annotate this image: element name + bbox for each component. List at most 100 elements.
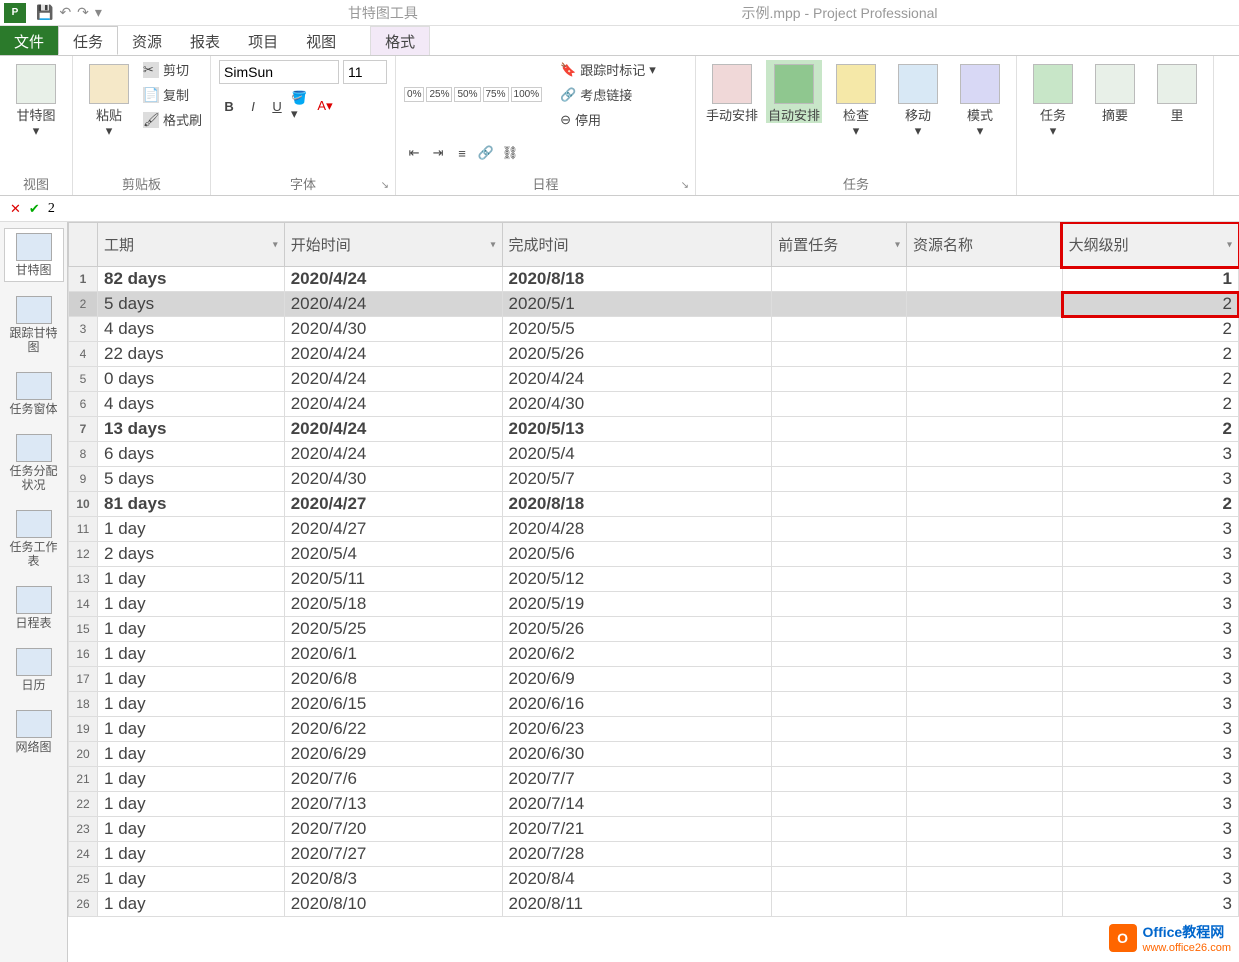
task-grid[interactable]: 工期▾ 开始时间▾ 完成时间 前置任务▾ 资源名称 大纲级别▾ 182 days… xyxy=(68,222,1239,962)
cell-resources[interactable] xyxy=(907,792,1063,817)
move-button[interactable]: 移动▾ xyxy=(890,60,946,138)
cell-finish[interactable]: 2020/5/26 xyxy=(502,617,772,642)
mode-button[interactable]: 模式▾ xyxy=(952,60,1008,138)
cell-duration[interactable]: 1 day xyxy=(98,592,285,617)
row-number[interactable]: 20 xyxy=(69,742,98,767)
table-row[interactable]: 86 days2020/4/242020/5/43 xyxy=(69,442,1239,467)
cell-start[interactable]: 2020/6/8 xyxy=(284,667,502,692)
view-timeline[interactable]: 日程表 xyxy=(4,582,64,634)
cell-finish[interactable]: 2020/5/5 xyxy=(502,317,772,342)
cell-resources[interactable] xyxy=(907,592,1063,617)
view-task-sheet[interactable]: 任务工作表 xyxy=(4,506,64,572)
table-row[interactable]: 25 days2020/4/242020/5/12 xyxy=(69,292,1239,317)
table-row[interactable]: 221 day2020/7/132020/7/143 xyxy=(69,792,1239,817)
cell-finish[interactable]: 2020/7/21 xyxy=(502,817,772,842)
col-predecessors[interactable]: 前置任务▾ xyxy=(772,223,907,267)
paste-button[interactable]: 粘贴 ▾ xyxy=(81,60,137,138)
pct-0[interactable]: 0% xyxy=(404,87,424,102)
table-row[interactable]: 131 day2020/5/112020/5/123 xyxy=(69,567,1239,592)
table-row[interactable]: 182 days2020/4/242020/8/181 xyxy=(69,267,1239,292)
cell-resources[interactable] xyxy=(907,767,1063,792)
cell-duration[interactable]: 5 days xyxy=(98,467,285,492)
cell-duration[interactable]: 4 days xyxy=(98,392,285,417)
cell-finish[interactable]: 2020/8/4 xyxy=(502,867,772,892)
cell-start[interactable]: 2020/4/24 xyxy=(284,267,502,292)
cell-outline-level[interactable]: 2 xyxy=(1062,292,1238,317)
pct-75[interactable]: 75% xyxy=(483,87,509,102)
cell-duration[interactable]: 1 day xyxy=(98,867,285,892)
row-number[interactable]: 7 xyxy=(69,417,98,442)
insert-summary-button[interactable]: 摘要 xyxy=(1087,60,1143,123)
cell-finish[interactable]: 2020/8/11 xyxy=(502,892,772,917)
col-resources[interactable]: 资源名称 xyxy=(907,223,1063,267)
row-number[interactable]: 13 xyxy=(69,567,98,592)
cell-resources[interactable] xyxy=(907,667,1063,692)
cell-predecessors[interactable] xyxy=(772,292,907,317)
cell-duration[interactable]: 1 day xyxy=(98,667,285,692)
dropdown-icon[interactable]: ▾ xyxy=(491,239,496,250)
cell-finish[interactable]: 2020/5/7 xyxy=(502,467,772,492)
cell-start[interactable]: 2020/4/30 xyxy=(284,317,502,342)
tab-format[interactable]: 格式 xyxy=(370,26,430,55)
table-row[interactable]: 141 day2020/5/182020/5/193 xyxy=(69,592,1239,617)
cell-start[interactable]: 2020/6/1 xyxy=(284,642,502,667)
save-icon[interactable]: 💾 xyxy=(36,4,53,21)
cell-outline-level[interactable]: 2 xyxy=(1062,367,1238,392)
cell-outline-level[interactable]: 3 xyxy=(1062,717,1238,742)
row-number[interactable]: 25 xyxy=(69,867,98,892)
table-row[interactable]: 713 days2020/4/242020/5/132 xyxy=(69,417,1239,442)
cell-predecessors[interactable] xyxy=(772,717,907,742)
cell-predecessors[interactable] xyxy=(772,492,907,517)
cell-predecessors[interactable] xyxy=(772,342,907,367)
table-row[interactable]: 261 day2020/8/102020/8/113 xyxy=(69,892,1239,917)
cell-duration[interactable]: 1 day xyxy=(98,717,285,742)
cell-outline-level[interactable]: 3 xyxy=(1062,442,1238,467)
cell-start[interactable]: 2020/4/24 xyxy=(284,417,502,442)
view-tracking-gantt[interactable]: 跟踪甘特图 xyxy=(4,292,64,358)
cell-resources[interactable] xyxy=(907,842,1063,867)
unlink-tasks-button[interactable]: ⛓ xyxy=(500,143,520,163)
cell-predecessors[interactable] xyxy=(772,742,907,767)
cell-predecessors[interactable] xyxy=(772,792,907,817)
table-row[interactable]: 422 days2020/4/242020/5/262 xyxy=(69,342,1239,367)
col-finish[interactable]: 完成时间 xyxy=(502,223,772,267)
dropdown-icon[interactable]: ▾ xyxy=(895,239,900,250)
cell-start[interactable]: 2020/5/18 xyxy=(284,592,502,617)
cell-start[interactable]: 2020/4/27 xyxy=(284,492,502,517)
cell-predecessors[interactable] xyxy=(772,817,907,842)
cell-resources[interactable] xyxy=(907,617,1063,642)
cell-duration[interactable]: 6 days xyxy=(98,442,285,467)
italic-button[interactable]: I xyxy=(243,96,263,116)
cell-outline-level[interactable]: 3 xyxy=(1062,642,1238,667)
cell-start[interactable]: 2020/7/6 xyxy=(284,767,502,792)
cell-resources[interactable] xyxy=(907,892,1063,917)
cell-finish[interactable]: 2020/6/23 xyxy=(502,717,772,742)
table-row[interactable]: 251 day2020/8/32020/8/43 xyxy=(69,867,1239,892)
row-number[interactable]: 5 xyxy=(69,367,98,392)
cell-start[interactable]: 2020/7/13 xyxy=(284,792,502,817)
row-number[interactable]: 6 xyxy=(69,392,98,417)
row-number[interactable]: 10 xyxy=(69,492,98,517)
outline-button[interactable]: ≡ xyxy=(452,143,472,163)
cell-outline-level[interactable]: 2 xyxy=(1062,342,1238,367)
table-row[interactable]: 211 day2020/7/62020/7/73 xyxy=(69,767,1239,792)
cell-duration[interactable]: 1 day xyxy=(98,642,285,667)
cell-duration[interactable]: 5 days xyxy=(98,292,285,317)
cell-duration[interactable]: 22 days xyxy=(98,342,285,367)
row-number[interactable]: 15 xyxy=(69,617,98,642)
respect-links-button[interactable]: 🔗考虑链接 xyxy=(560,85,656,104)
cell-duration[interactable]: 1 day xyxy=(98,742,285,767)
inspect-button[interactable]: 检查▾ xyxy=(828,60,884,138)
tab-file[interactable]: 文件 xyxy=(0,26,58,55)
bold-button[interactable]: B xyxy=(219,96,239,116)
tab-task[interactable]: 任务 xyxy=(58,26,118,55)
table-row[interactable]: 201 day2020/6/292020/6/303 xyxy=(69,742,1239,767)
cell-start[interactable]: 2020/8/10 xyxy=(284,892,502,917)
cell-start[interactable]: 2020/6/29 xyxy=(284,742,502,767)
cell-predecessors[interactable] xyxy=(772,592,907,617)
cell-predecessors[interactable] xyxy=(772,542,907,567)
table-row[interactable]: 171 day2020/6/82020/6/93 xyxy=(69,667,1239,692)
cell-start[interactable]: 2020/6/15 xyxy=(284,692,502,717)
cell-start[interactable]: 2020/4/24 xyxy=(284,442,502,467)
cell-finish[interactable]: 2020/6/2 xyxy=(502,642,772,667)
